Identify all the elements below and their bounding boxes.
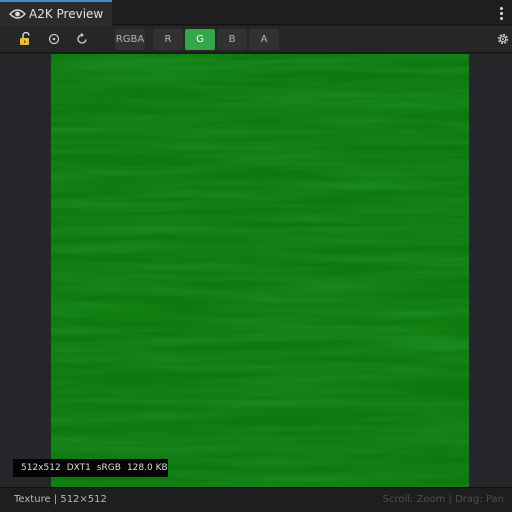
target-icon[interactable] <box>44 29 64 49</box>
texture-format: DXT1 <box>66 463 91 473</box>
channel-rgba-button[interactable]: RGBA <box>115 29 145 50</box>
status-hint: Scroll: Zoom | Drag: Pan <box>382 494 504 505</box>
tab-title: A2K Preview <box>29 7 104 21</box>
texture-memory: 128.0 KB <box>126 463 168 473</box>
lock-icon[interactable] <box>15 29 35 49</box>
status-texture-label: Texture | 512×512 <box>14 494 107 505</box>
toolbar: RGBA R G B A <box>0 26 512 53</box>
channel-a-button[interactable]: A <box>249 29 279 50</box>
channel-b-button[interactable]: B <box>217 29 247 50</box>
texture-preview-image <box>51 54 469 487</box>
texture-color-space: sRGB <box>96 463 121 473</box>
channel-r-button[interactable]: R <box>153 29 183 50</box>
settings-gear-icon[interactable] <box>493 29 512 49</box>
status-bar: Texture | 512×512 Scroll: Zoom | Drag: P… <box>0 487 512 512</box>
preview-viewport[interactable]: 512x512 DXT1 sRGB 128.0 KB <box>0 54 512 487</box>
reset-icon[interactable] <box>72 29 92 49</box>
tab-bar: A2K Preview <box>0 0 512 26</box>
texture-size: 512x512 <box>21 463 61 473</box>
tab-a2k-preview[interactable]: A2K Preview <box>0 0 112 26</box>
more-options-icon[interactable] <box>494 4 508 22</box>
eye-icon <box>9 8 26 20</box>
texture-info-bar: 512x512 DXT1 sRGB 128.0 KB <box>13 459 168 477</box>
channel-g-button[interactable]: G <box>185 29 215 50</box>
